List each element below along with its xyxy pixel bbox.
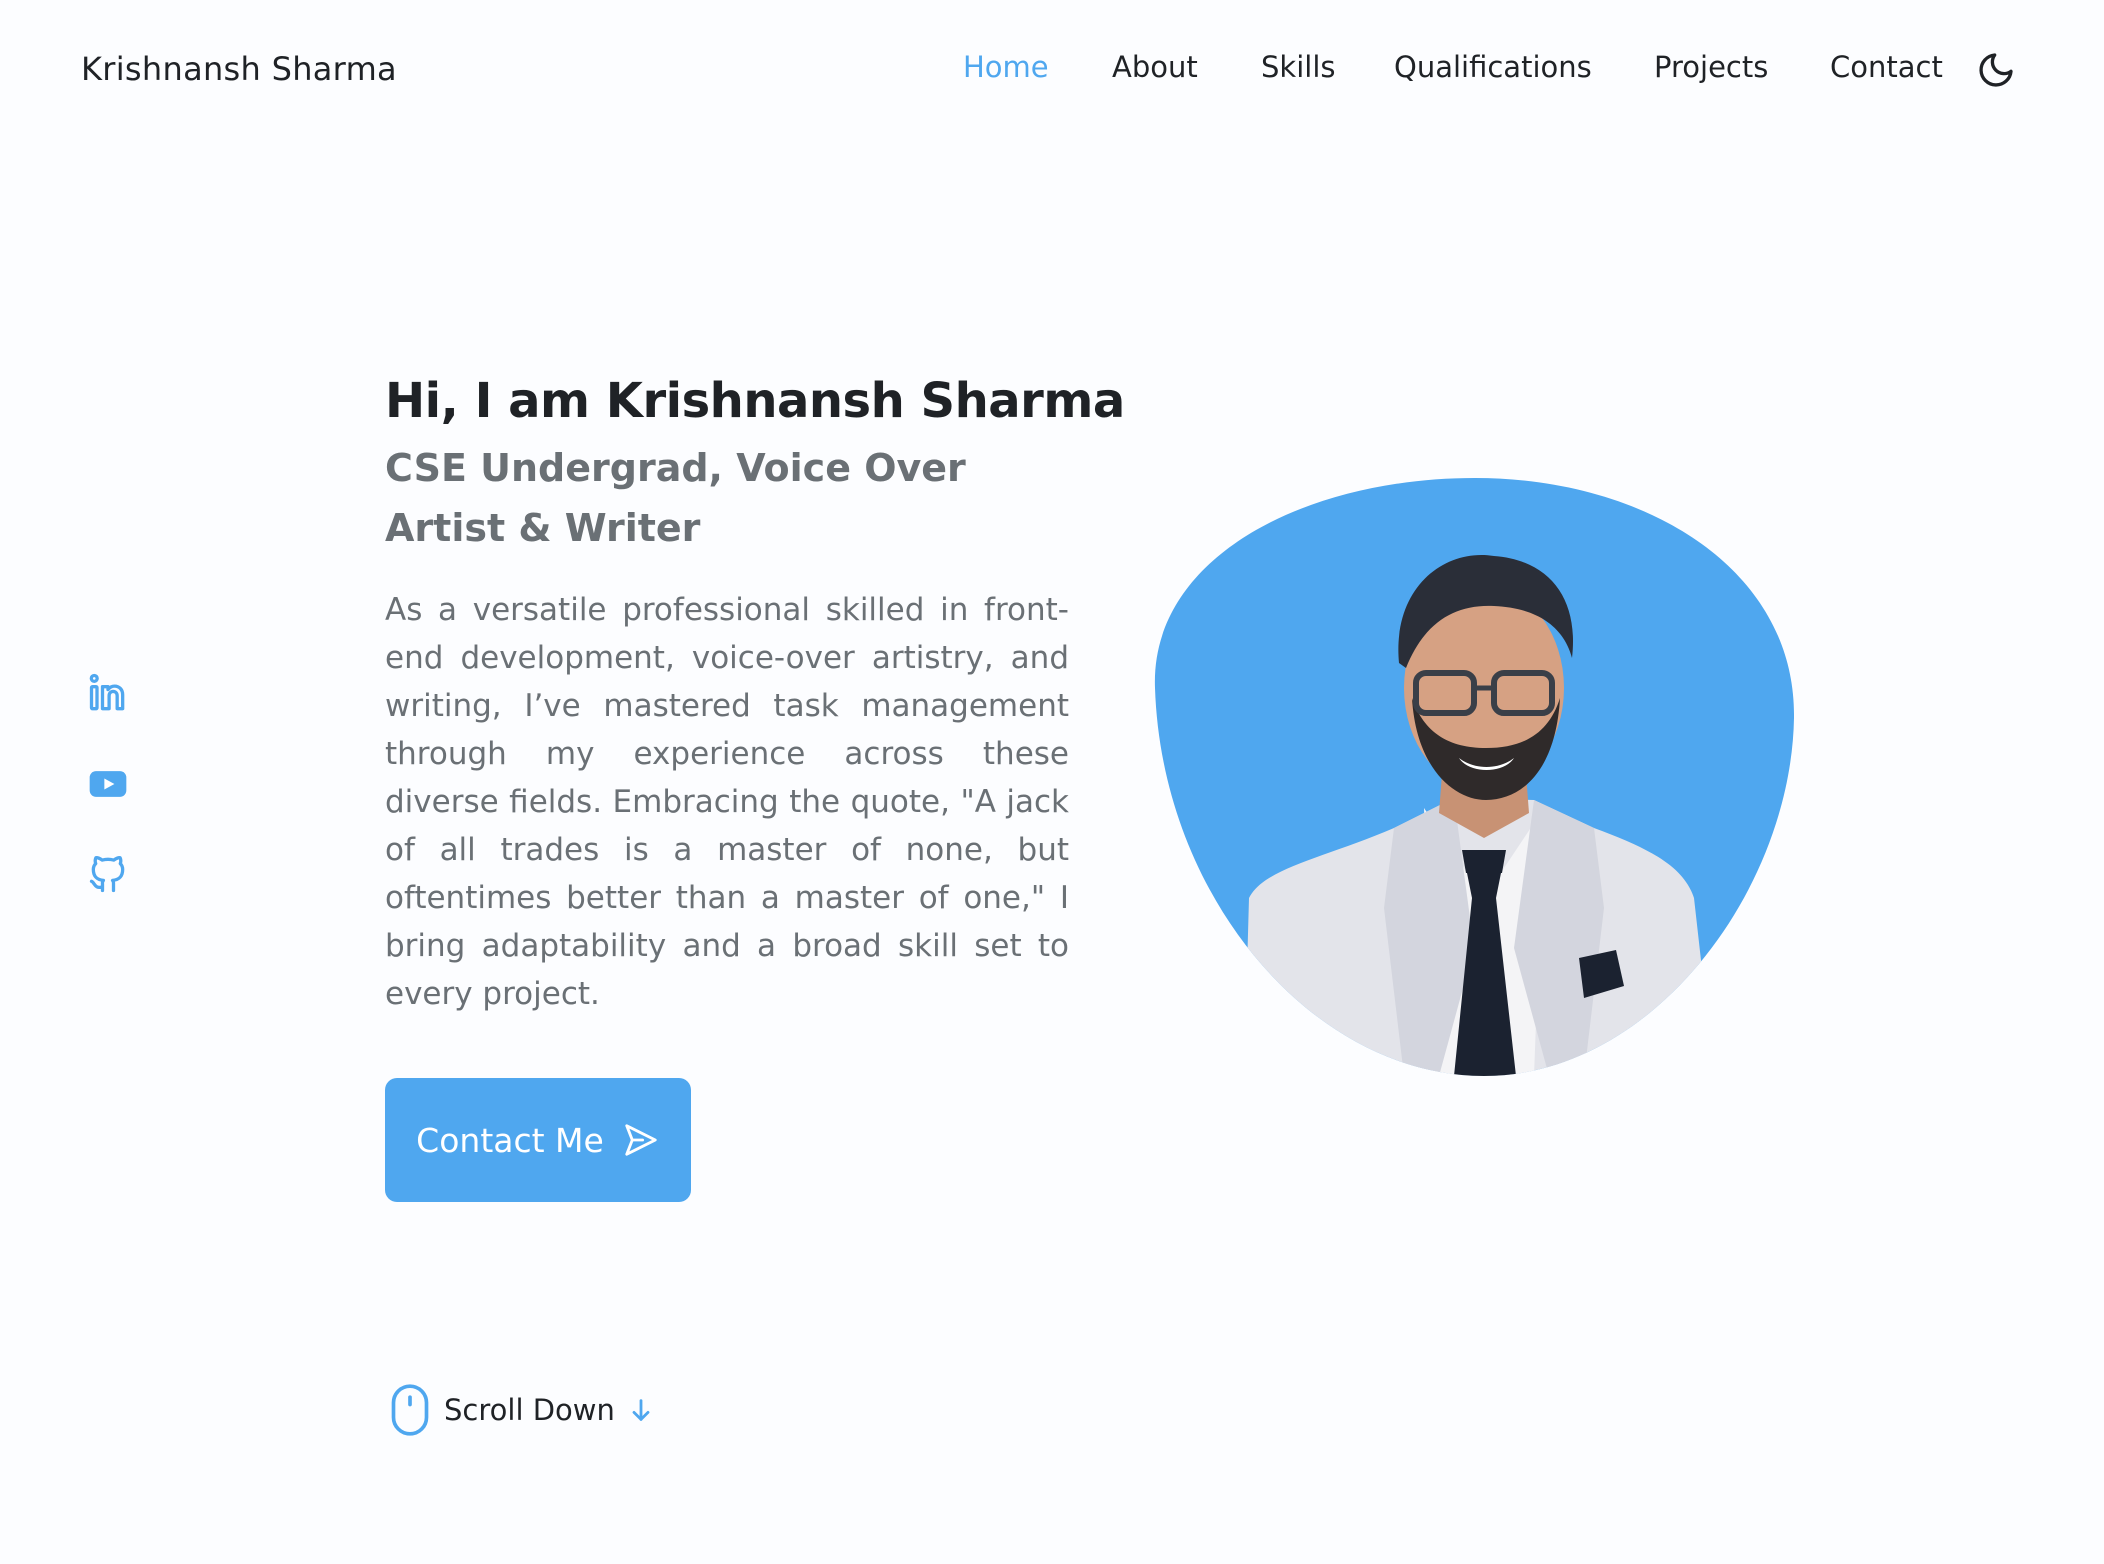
hero-title: Hi, I am Krishnansh Sharma xyxy=(385,373,1125,429)
contact-me-label: Contact Me xyxy=(416,1120,604,1160)
hero-subtitle: CSE Undergrad, Voice Over Artist & Write… xyxy=(385,446,966,550)
main-nav: Home About Skills Qualifications Project… xyxy=(0,50,2104,90)
nav-item-home[interactable]: Home xyxy=(963,50,1049,84)
scroll-down-label: Scroll Down xyxy=(444,1393,615,1427)
theme-toggle-button[interactable] xyxy=(1976,50,2016,90)
hero-section: Hi, I am Krishnansh Sharma CSE Undergrad… xyxy=(385,368,1125,1049)
youtube-icon xyxy=(89,771,127,797)
arrow-down-icon xyxy=(632,1399,650,1421)
nav-item-qualifications[interactable]: Qualifications xyxy=(1394,50,1592,84)
moon-icon xyxy=(1979,53,2013,87)
hero-description: As a versatile professional skilled in f… xyxy=(385,592,1069,1012)
linkedin-icon xyxy=(89,673,125,711)
github-icon xyxy=(89,855,125,893)
nav-item-contact[interactable]: Contact xyxy=(1830,50,1943,84)
youtube-link[interactable] xyxy=(86,762,132,808)
mouse-icon xyxy=(391,1384,429,1436)
site-header: Krishnansh Sharma Home About Skills Qual… xyxy=(0,0,2104,140)
nav-item-projects[interactable]: Projects xyxy=(1654,50,1768,84)
scroll-down-link[interactable]: Scroll Down xyxy=(388,1382,655,1438)
contact-me-button[interactable]: Contact Me xyxy=(385,1078,691,1202)
linkedin-link[interactable] xyxy=(86,672,132,718)
github-link[interactable] xyxy=(86,852,132,898)
nav-item-about[interactable]: About xyxy=(1112,50,1198,84)
nav-item-skills[interactable]: Skills xyxy=(1261,50,1335,84)
send-icon xyxy=(625,1124,657,1156)
profile-photo xyxy=(1154,478,1796,1076)
